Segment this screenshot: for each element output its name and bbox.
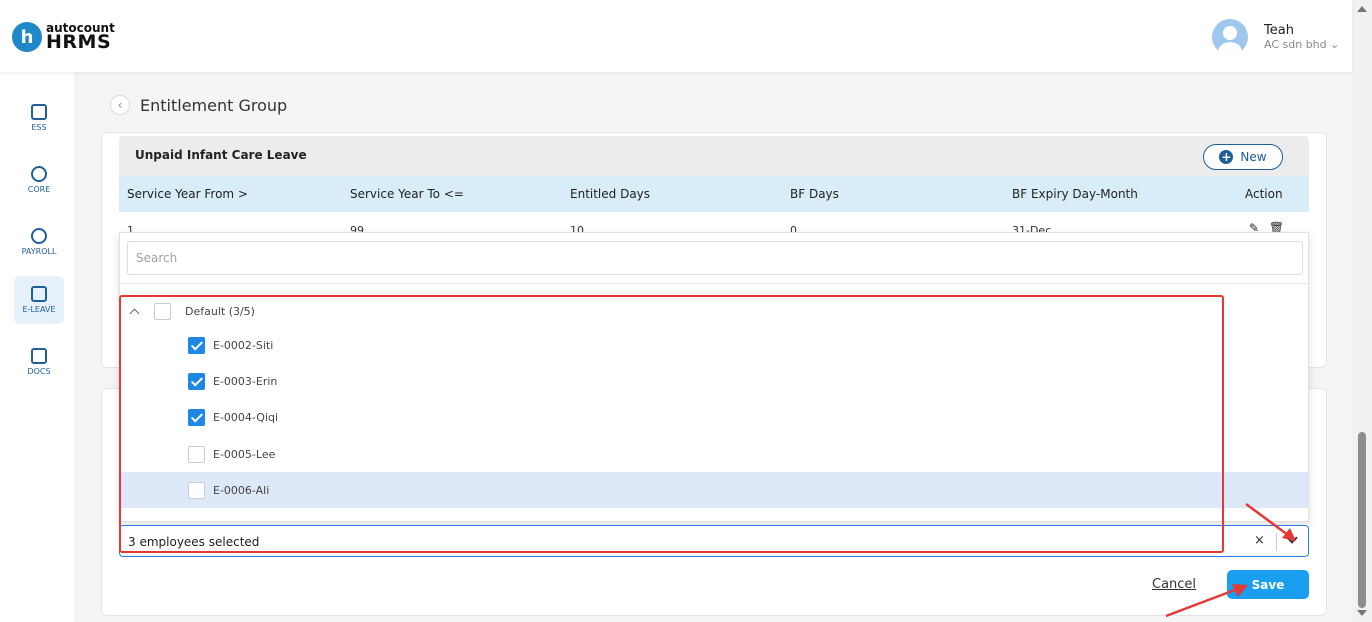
search-input[interactable] xyxy=(136,251,1294,265)
column-header: Action xyxy=(1245,187,1283,201)
divider xyxy=(120,283,1308,284)
scroll-down-arrow-icon[interactable] xyxy=(1357,610,1367,616)
chevron-left-icon: ‹ xyxy=(117,98,123,112)
group-row-default[interactable]: Default (3/5) xyxy=(120,293,1308,329)
sidebar: ESS CORE PAYROLL E-LEAVE DOCS xyxy=(0,72,74,622)
page-title-row: ‹ Entitlement Group xyxy=(110,95,287,115)
back-button[interactable]: ‹ xyxy=(110,95,130,115)
column-header: Entitled Days xyxy=(570,187,651,201)
chevron-down-icon: ⌄ xyxy=(1330,38,1340,51)
list-item[interactable]: E-0002-Siti xyxy=(120,327,1308,363)
column-header: BF Days xyxy=(790,187,839,201)
list-item[interactable]: E-0006-Ali xyxy=(120,472,1308,508)
calendar-icon xyxy=(31,286,47,302)
group-name: Unpaid Infant Care Leave xyxy=(135,148,307,162)
sidebar-item-e-leave[interactable]: E-LEAVE xyxy=(14,276,64,324)
list-item[interactable]: E-0004-Qiqi xyxy=(120,399,1308,435)
avatar[interactable] xyxy=(1212,19,1248,55)
sidebar-item-payroll[interactable]: PAYROLL xyxy=(14,218,64,266)
profile-icon xyxy=(31,104,47,120)
annotation-arrow-icon xyxy=(1245,502,1296,541)
chevron-up-icon[interactable] xyxy=(130,306,140,316)
list-item[interactable]: E-0003-Erin xyxy=(120,363,1308,399)
column-header: BF Expiry Day-Month xyxy=(1012,187,1138,201)
sidebar-item-ess[interactable]: ESS xyxy=(14,94,64,142)
list-item[interactable]: E-0005-Lee xyxy=(120,436,1308,472)
group-checkbox[interactable] xyxy=(154,302,171,320)
group-header: Unpaid Infant Care Leave + New xyxy=(119,136,1309,176)
table-header: Service Year From > Service Year To <= E… xyxy=(119,176,1309,212)
column-header: Service Year To <= xyxy=(350,187,464,201)
app-logo[interactable]: h autocount HRMS xyxy=(12,22,115,52)
document-icon xyxy=(31,348,47,364)
employee-checkbox[interactable] xyxy=(188,408,205,426)
table-row: 1 99 10 0 31-Dec ✎ 🗑 xyxy=(119,212,1309,234)
cube-icon xyxy=(31,166,47,182)
user-name: Teah xyxy=(1264,23,1294,38)
select-value: 3 employees selected xyxy=(128,535,260,549)
dollar-icon xyxy=(31,228,47,244)
top-header: h autocount HRMS Teah AC sdn bhd ⌄ xyxy=(0,0,1352,72)
page-title: Entitlement Group xyxy=(140,95,288,115)
employee-select[interactable]: 3 employees selected × xyxy=(119,525,1309,557)
logo-big-text: HRMS xyxy=(46,30,112,53)
employee-checkbox[interactable] xyxy=(188,481,205,499)
user-menu[interactable]: Teah AC sdn bhd ⌄ xyxy=(1212,19,1339,55)
sidebar-item-core[interactable]: CORE xyxy=(14,156,64,204)
plus-icon: + xyxy=(1219,150,1234,164)
sidebar-item-docs[interactable]: DOCS xyxy=(14,338,64,386)
logo-mark: h xyxy=(12,22,42,52)
scroll-thumb[interactable] xyxy=(1358,432,1366,608)
column-header: Service Year From > xyxy=(127,187,248,201)
employee-checkbox[interactable] xyxy=(188,445,205,463)
employee-checkbox[interactable] xyxy=(188,336,205,354)
search-box[interactable] xyxy=(127,241,1303,275)
user-company: AC sdn bhd ⌄ xyxy=(1264,38,1340,51)
page-scrollbar[interactable] xyxy=(1352,0,1372,622)
employee-checkbox[interactable] xyxy=(188,372,205,390)
annotation-arrow-icon xyxy=(1165,584,1248,618)
new-button[interactable]: + New xyxy=(1203,144,1283,170)
employee-dropdown: Default (3/5) E-0002-Siti E-0003-Erin E-… xyxy=(119,232,1309,522)
scroll-up-arrow-icon[interactable] xyxy=(1357,6,1367,12)
